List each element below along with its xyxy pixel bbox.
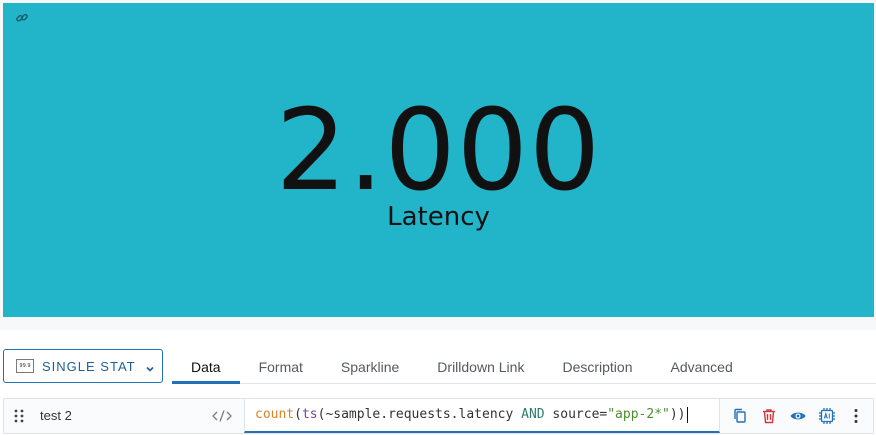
query-name[interactable]: test 2	[40, 399, 72, 433]
query-actions	[731, 406, 876, 426]
query-token-string: "app-2*"	[607, 407, 670, 422]
chevron-down-icon	[145, 361, 155, 372]
query-token-close: ))	[669, 407, 686, 422]
text-caret	[686, 406, 688, 423]
tab-advanced[interactable]: Advanced	[651, 352, 751, 384]
query-token-function: count	[255, 407, 295, 422]
eye-icon[interactable]	[789, 407, 807, 425]
single-stat-thumbnail-icon: 99.9	[16, 359, 34, 373]
app-frame: 2.000 Latency 99.9 SINGLE STAT Data Form…	[0, 0, 876, 435]
query-token-paren: (	[294, 407, 302, 422]
query-token-metric: ~sample.requests.latency	[325, 407, 522, 422]
tab-sparkline[interactable]: Sparkline	[322, 352, 418, 384]
tab-data[interactable]: Data	[172, 352, 240, 384]
copy-icon[interactable]	[731, 407, 749, 425]
single-stat-panel: 2.000 Latency	[3, 3, 874, 317]
query-token-key: source=	[544, 407, 608, 422]
tab-format[interactable]: Format	[240, 352, 322, 384]
query-input[interactable]: count(ts(~sample.requests.latency AND so…	[244, 399, 720, 433]
stat-value: 2.000	[275, 86, 602, 216]
query-row: test 2 count(ts(~sample.requests.latency…	[3, 398, 874, 434]
code-icon[interactable]	[211, 409, 233, 423]
stat-label: Latency	[387, 202, 490, 232]
query-token-ts: ts	[301, 407, 318, 422]
visualization-type-label: SINGLE STAT	[42, 358, 136, 374]
trash-icon[interactable]	[760, 407, 778, 425]
link-icon[interactable]	[15, 11, 29, 25]
tab-drilldown-link[interactable]: Drilldown Link	[418, 352, 543, 384]
ai-chip-icon[interactable]	[818, 407, 836, 425]
editor-tabs: Data Format Sparkline Drilldown Link Des…	[172, 352, 752, 386]
chart-editor: 99.9 SINGLE STAT Data Format Sparkline D…	[0, 330, 876, 435]
tab-description[interactable]: Description	[543, 352, 651, 384]
drag-handle-icon[interactable]	[13, 408, 25, 424]
visualization-type-dropdown[interactable]: 99.9 SINGLE STAT	[3, 349, 163, 383]
more-vertical-icon[interactable]	[847, 407, 865, 425]
query-token-operator: AND	[521, 407, 545, 422]
